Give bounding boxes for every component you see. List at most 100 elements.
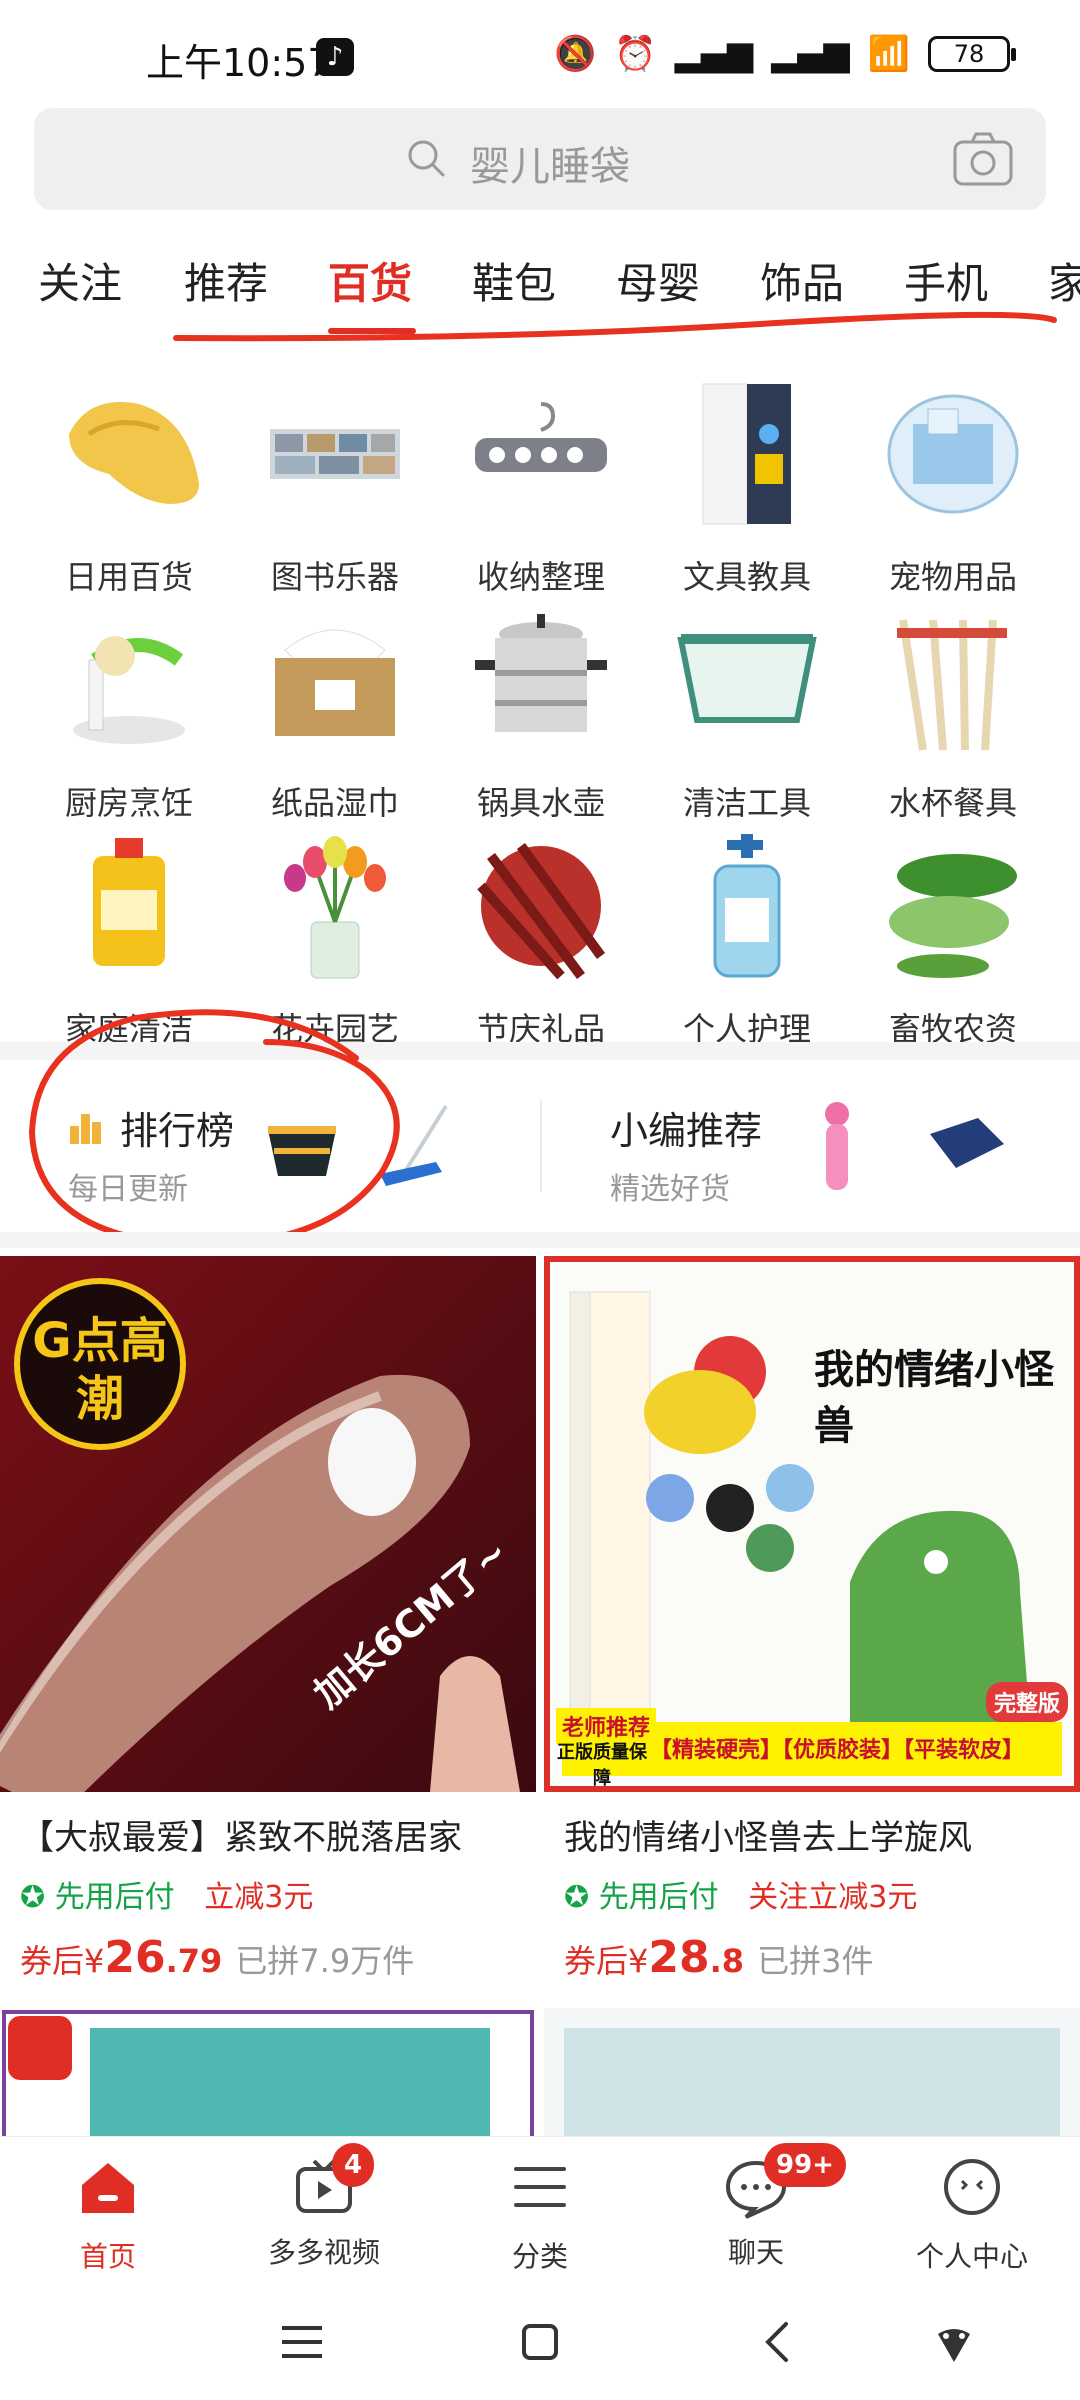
search-icon <box>408 140 445 177</box>
tab-guanzhu[interactable]: 关注 <box>38 250 122 311</box>
pay-later-icon: ✪ <box>20 1880 46 1915</box>
chat-badge: 99+ <box>764 2143 846 2187</box>
firecracker-icon <box>477 843 606 980</box>
product-card[interactable]: 我的情绪小怪兽 【精装硬壳】【优质胶装】【平装软皮】 老师推荐 正版质量保障 完… <box>544 1256 1080 2002</box>
category-item[interactable]: 清洁工具 <box>644 600 850 824</box>
editor-subtitle: 精选好货 <box>610 1172 730 1207</box>
tab-chat[interactable]: 99+ 聊天 <box>648 2137 864 2273</box>
price-prefix: 券后¥ <box>20 1942 105 1980</box>
product-image[interactable]: G点高潮 加长6CM了~ <box>0 1256 536 1792</box>
complete-edition-badge: 完整版 <box>985 1682 1068 1722</box>
discount-tag: 立减3元 <box>204 1880 314 1915</box>
tiktok-notification-icon: ♪ <box>316 38 354 76</box>
product-image[interactable]: 我的情绪小怪兽 【精装硬壳】【优质胶装】【平装软皮】 老师推荐 正版质量保障 完… <box>544 1256 1080 1792</box>
signal-icon-2: ▂▄▆ <box>771 34 850 74</box>
product-card[interactable]: G点高潮 加长6CM了~ 【大叔最爱】紧致不脱落居家 ✪ 先用后付 立减3元 券… <box>0 1256 536 2002</box>
tab-xiebao[interactable]: 鞋包 <box>472 250 556 311</box>
peeler-icon <box>73 636 185 744</box>
tab-label: 个人中心 <box>915 2240 1028 2273</box>
tab-tuijian[interactable]: 推荐 <box>184 250 268 311</box>
alarm-icon: ⏰ <box>614 34 657 74</box>
product-tags: ✪ 先用后付 立减3元 <box>20 1872 313 1916</box>
tab-video[interactable]: 4 多多视频 <box>216 2137 432 2273</box>
price-decimal: .79 <box>165 1942 223 1980</box>
tab-baihuo[interactable]: 百货 <box>328 250 412 311</box>
home-button-icon[interactable] <box>510 2312 570 2372</box>
search-bar[interactable]: 婴儿睡袋 <box>34 108 1046 210</box>
ranking-card[interactable]: 排行榜 每日更新 <box>0 1060 540 1230</box>
tab-category[interactable]: 分类 <box>432 2137 648 2273</box>
tab-home[interactable]: 首页 <box>0 2137 216 2273</box>
category-list-icon <box>514 2167 566 2207</box>
category-label: 文具教具 <box>682 558 811 596</box>
category-item[interactable]: 厨房烹饪 <box>26 600 232 824</box>
profile-icon <box>944 2159 1000 2215</box>
product-tags: ✪ 先用后付 关注立减3元 <box>564 1872 917 1916</box>
category-item[interactable]: 图书乐器 <box>232 374 438 598</box>
editor-picks-card[interactable]: 小编推荐 精选好货 <box>540 1060 1080 1230</box>
bottom-tab-bar: 首页 4 多多视频 分类 99+ 聊天 个人中心 <box>0 2136 1080 2273</box>
category-item[interactable]: 锅具水壶 <box>438 600 644 824</box>
product-card-peek[interactable] <box>544 2008 1080 2148</box>
recent-apps-icon[interactable] <box>272 2312 332 2372</box>
tab-muying[interactable]: 母婴 <box>616 250 700 311</box>
quality-badge: 正版质量保障 <box>557 1742 647 1789</box>
pay-later-tag: 先用后付 <box>598 1880 719 1915</box>
category-label: 清洁工具 <box>682 784 811 822</box>
tab-jia[interactable]: 家 <box>1048 250 1080 311</box>
system-nav-bar <box>0 2272 1080 2400</box>
tab-label: 首页 <box>79 2240 136 2273</box>
ranking-subtitle: 每日更新 <box>68 1172 188 1207</box>
sold-count: 已拼3件 <box>757 1942 874 1980</box>
basin-icon <box>677 634 817 723</box>
hanger-icon <box>475 402 607 472</box>
category-item[interactable]: 家庭清洁 <box>26 826 232 1050</box>
tab-profile[interactable]: 个人中心 <box>864 2137 1080 2273</box>
home-icon <box>82 2163 134 2213</box>
category-item[interactable]: 个人护理 <box>644 826 850 1050</box>
product-card-peek[interactable] <box>0 2008 536 2148</box>
tab-label: 聊天 <box>727 2236 784 2269</box>
category-item[interactable]: 宠物用品 <box>850 374 1056 598</box>
product-title: 【大叔最爱】紧致不脱落居家 <box>20 1818 462 1858</box>
editor-title: 小编推荐 <box>610 1109 763 1153</box>
category-item[interactable]: 文具教具 <box>644 374 850 598</box>
category-label: 锅具水壶 <box>476 784 605 822</box>
discount-tag: 关注立减3元 <box>748 1880 918 1915</box>
category-item[interactable]: 花卉园艺 <box>232 826 438 1050</box>
steamer-pot-icon <box>475 614 607 732</box>
camera-icon[interactable] <box>952 130 1014 188</box>
tissue-box-icon <box>275 629 395 736</box>
books-icon <box>270 429 400 479</box>
tab-shipin[interactable]: 饰品 <box>760 250 844 311</box>
section-divider <box>0 1042 1080 1060</box>
book-edition-banner: 【精装硬壳】【优质胶装】【平装软皮】 <box>650 1738 1025 1763</box>
status-icons: 🔕 ⏰ ▂▄▆ ▂▄▆ 📶 78 <box>554 34 1016 74</box>
tulips-icon <box>284 836 386 979</box>
category-item[interactable]: 纸品湿巾 <box>232 600 438 824</box>
sanitizer-icon <box>713 834 781 978</box>
ranking-product-bucket-image <box>268 1126 336 1176</box>
assistant-icon[interactable] <box>924 2312 984 2372</box>
category-item[interactable]: 日用百货 <box>26 374 232 598</box>
status-bar: 上午10:57 ♪ 🔕 ⏰ ▂▄▆ ▂▄▆ 📶 78 <box>0 0 1080 100</box>
product-price: 券后¥28.8 已拼3件 <box>564 1932 874 1983</box>
ranking-title: 排行榜 <box>120 1109 235 1153</box>
editor-product-toy-image <box>825 1102 849 1190</box>
category-label: 水杯餐具 <box>888 784 1017 822</box>
category-tabs: 关注 推荐 百货 鞋包 母婴 饰品 手机 家 <box>0 246 1080 318</box>
category-item[interactable]: 收纳整理 <box>438 374 644 598</box>
status-time: 上午10:57 <box>146 41 332 85</box>
video-badge: 4 <box>332 2143 375 2187</box>
battery-icon: 78 <box>928 36 1016 72</box>
category-item[interactable]: 畜牧农资 <box>850 826 1056 1050</box>
back-icon[interactable] <box>748 2312 808 2372</box>
price-prefix: 券后¥ <box>564 1942 649 1980</box>
tab-shouji[interactable]: 手机 <box>904 250 988 311</box>
section-divider <box>0 1232 1080 1248</box>
category-item[interactable]: 水杯餐具 <box>850 600 1056 824</box>
pay-later-icon: ✪ <box>564 1880 590 1915</box>
chat-icon-wrap: 99+ <box>724 2143 846 2219</box>
category-item[interactable]: 节庆礼品 <box>438 826 644 1050</box>
editor-product-box-image <box>930 1118 1004 1168</box>
